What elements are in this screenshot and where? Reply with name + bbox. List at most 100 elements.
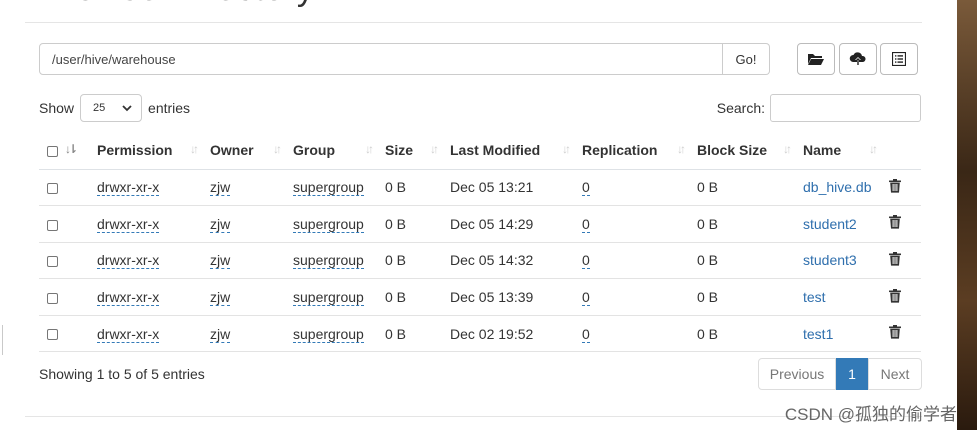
row-select-cell (39, 205, 89, 243)
owner-value[interactable]: zjw (210, 215, 231, 233)
table-row: drwxr-xr-x zjw supergroup 0 B Dec 05 13:39 0 0… (39, 278, 921, 316)
group-cell: supergroup (285, 169, 377, 207)
page-size-value: 25 (93, 102, 106, 114)
row-checkbox[interactable] (47, 256, 58, 268)
chevron-down-icon (122, 105, 132, 112)
owner-value[interactable]: zjw (210, 179, 231, 197)
file-name-link[interactable]: test1 (803, 326, 833, 342)
permission-value[interactable]: drwxr-xr-x (97, 179, 160, 197)
column-header-block-size[interactable]: Block Size ↓↑ (689, 132, 795, 170)
column-header-owner[interactable]: Owner ↓↑ (202, 132, 285, 170)
group-value[interactable]: supergroup (293, 215, 364, 233)
owner-cell: zjw (202, 205, 285, 243)
block-size-cell: 0 B (689, 278, 795, 316)
last-modified-cell: Dec 05 13:39 (442, 278, 574, 316)
permission-value[interactable]: drwxr-xr-x (97, 252, 160, 270)
block-size-cell: 0 B (689, 242, 795, 280)
permission-value[interactable]: drwxr-xr-x (97, 289, 160, 307)
row-checkbox[interactable] (47, 292, 58, 304)
previous-page-button[interactable]: Previous (758, 358, 836, 390)
table-row: drwxr-xr-x zjw supergroup 0 B Dec 05 13:21 0 0… (39, 169, 921, 207)
page-1-button[interactable]: 1 (836, 358, 868, 390)
last-modified-cell: Dec 05 14:32 (442, 242, 574, 280)
column-header-replication[interactable]: Replication ↓↑ (574, 132, 689, 170)
file-table: ↓⇂ Permission ↓↑ Owner ↓↑ Group ↓↑ Size ↓↑ L… (39, 132, 921, 353)
upload-file-button[interactable] (839, 43, 877, 75)
replication-cell: 0 (574, 242, 689, 280)
row-checkbox[interactable] (47, 329, 58, 341)
permission-cell: drwxr-xr-x (89, 169, 202, 207)
owner-value[interactable]: zjw (210, 252, 231, 270)
block-size-cell: 0 B (689, 169, 795, 207)
page-title: Browse Directory (40, 0, 315, 10)
replication-cell: 0 (574, 205, 689, 243)
column-header-group[interactable]: Group ↓↑ (285, 132, 377, 170)
search-input[interactable] (770, 94, 921, 122)
sort-icon[interactable]: ↓⇂ (65, 142, 78, 156)
file-name-link[interactable]: db_hive.db (803, 179, 872, 195)
select-all-header: ↓⇂ (39, 132, 89, 170)
sort-icon: ↓↑ (273, 142, 282, 156)
permission-value[interactable]: drwxr-xr-x (97, 215, 160, 233)
table-row: drwxr-xr-x zjw supergroup 0 B Dec 02 19:52 0 0… (39, 315, 921, 353)
replication-value[interactable]: 0 (582, 289, 590, 307)
sort-icon: ↓↑ (430, 142, 439, 156)
permission-cell: drwxr-xr-x (89, 315, 202, 353)
owner-value[interactable]: zjw (210, 289, 231, 307)
list-alt-icon (892, 52, 906, 66)
table-info: Showing 1 to 5 of 5 entries (39, 366, 205, 382)
table-row: drwxr-xr-x zjw supergroup 0 B Dec 05 14:32 0 0… (39, 242, 921, 280)
select-all-checkbox[interactable] (47, 146, 58, 158)
sort-icon: ↓↑ (677, 142, 686, 156)
column-header-size[interactable]: Size ↓↑ (377, 132, 442, 170)
file-name-link[interactable]: student2 (803, 216, 857, 232)
search-label: Search: (716, 100, 765, 116)
left-edge-divider (0, 325, 3, 355)
name-cell: db_hive.db (795, 169, 881, 207)
permission-value[interactable]: drwxr-xr-x (97, 325, 160, 343)
replication-value[interactable]: 0 (582, 252, 590, 270)
path-bar: Go! (39, 43, 770, 75)
folder-open-icon (808, 54, 824, 65)
replication-cell: 0 (574, 169, 689, 207)
row-select-cell (39, 242, 89, 280)
row-checkbox[interactable] (47, 183, 58, 195)
next-page-button[interactable]: Next (868, 358, 922, 390)
file-name-link[interactable]: student3 (803, 252, 857, 268)
column-header-last-modified[interactable]: Last Modified ↓↑ (442, 132, 574, 170)
row-select-cell (39, 169, 89, 207)
trash-icon[interactable] (889, 215, 901, 229)
cut-paste-button[interactable] (880, 43, 918, 75)
sort-icon: ↓↑ (562, 142, 571, 156)
actions-cell (881, 242, 921, 280)
actions-cell (881, 169, 921, 207)
last-modified-cell: Dec 02 19:52 (442, 315, 574, 353)
name-cell: test (795, 278, 881, 316)
column-header-actions (881, 132, 921, 170)
permission-cell: drwxr-xr-x (89, 278, 202, 316)
group-value[interactable]: supergroup (293, 252, 364, 270)
replication-value[interactable]: 0 (582, 215, 590, 233)
size-cell: 0 B (377, 169, 442, 207)
file-name-link[interactable]: test (803, 289, 826, 305)
trash-icon[interactable] (889, 288, 901, 303)
trash-icon[interactable] (889, 178, 901, 193)
group-value[interactable]: supergroup (293, 179, 364, 197)
replication-value[interactable]: 0 (582, 325, 590, 343)
column-header-permission[interactable]: Permission ↓↑ (89, 132, 202, 170)
row-checkbox[interactable] (47, 219, 58, 231)
size-cell: 0 B (377, 278, 442, 316)
group-value[interactable]: supergroup (293, 289, 364, 307)
replication-value[interactable]: 0 (582, 179, 590, 197)
column-header-name[interactable]: Name ↓↑ (795, 132, 881, 170)
create-directory-button[interactable] (797, 43, 835, 75)
group-value[interactable]: supergroup (293, 325, 364, 343)
title-divider (25, 22, 922, 23)
owner-value[interactable]: zjw (210, 325, 231, 343)
block-size-cell: 0 B (689, 315, 795, 353)
directory-path-input[interactable] (39, 43, 723, 75)
go-button[interactable]: Go! (723, 43, 770, 75)
trash-icon[interactable] (889, 325, 901, 339)
page-size-select[interactable]: 25 (80, 94, 143, 122)
trash-icon[interactable] (889, 251, 901, 266)
